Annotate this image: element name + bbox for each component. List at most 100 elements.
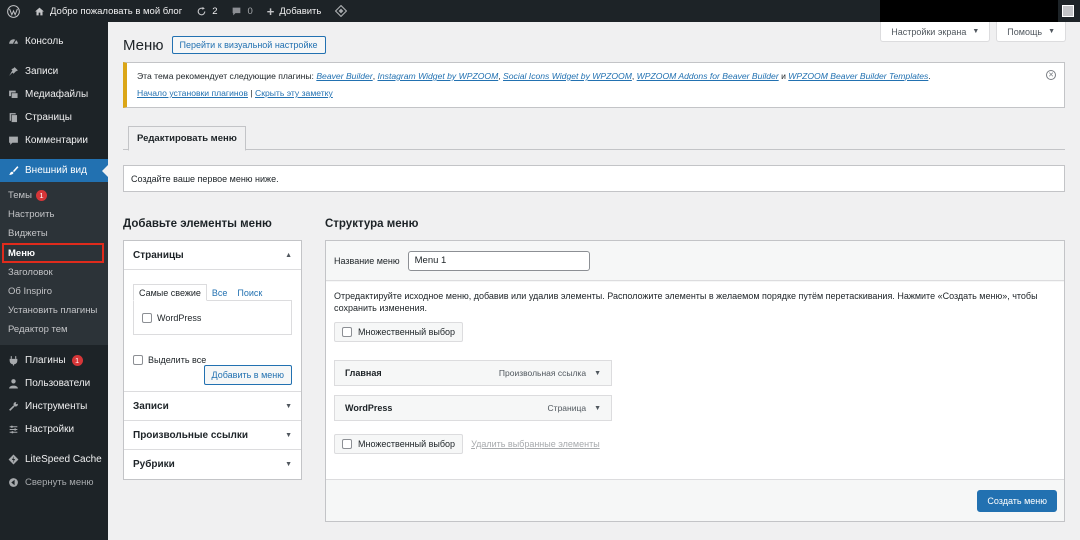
sidebar-item-comments[interactable]: Комментарии xyxy=(0,129,108,152)
notice-text: Эта тема рекомендует следующие плагины: … xyxy=(137,71,931,81)
page-checkbox-wordpress[interactable] xyxy=(142,312,152,323)
plugin-icon xyxy=(8,355,19,366)
bulk-select-toggle-bottom[interactable]: Множественный выбор xyxy=(334,434,464,454)
site-title: Добро пожаловать в мой блог xyxy=(50,5,183,17)
account-area[interactable] xyxy=(880,0,1080,22)
sidebar-item-tools[interactable]: Инструменты xyxy=(0,395,108,418)
submenu-item-label: Темы xyxy=(8,190,32,201)
accordion-label: Записи xyxy=(133,400,169,412)
menu-item-title: Главная xyxy=(345,368,382,378)
sidebar-item-posts[interactable]: Записи xyxy=(0,60,108,83)
sidebar-item-dashboard[interactable]: Консоль xyxy=(0,30,108,53)
install-plugins-link[interactable]: Начало установки плагинов xyxy=(137,88,248,98)
sidebar-item-media[interactable]: Медиафайлы xyxy=(0,83,108,106)
plugin-link-beaver-builder[interactable]: Beaver Builder xyxy=(316,71,372,81)
dashboard-icon xyxy=(8,36,19,47)
collapse-menu-button[interactable]: Свернуть меню xyxy=(0,471,108,494)
pin-icon xyxy=(8,66,19,77)
accordion-label: Рубрики xyxy=(133,459,175,470)
bulk-select-toggle[interactable]: Множественный выбор xyxy=(334,322,464,342)
submenu-item-label: Настроить xyxy=(8,209,55,220)
caret-down-icon[interactable]: ▼ xyxy=(594,370,601,377)
plugin-link-wpzoom-templates[interactable]: WPZOOM Beaver Builder Templates xyxy=(788,71,928,81)
add-to-menu-button[interactable]: Добавить в меню xyxy=(203,365,292,385)
diamond-plugin-link[interactable] xyxy=(328,0,354,22)
sidebar-item-plugins[interactable]: Плагины 1 xyxy=(0,349,108,372)
sidebar-item-pages[interactable]: Страницы xyxy=(0,106,108,129)
tab-most-recent[interactable]: Самые свежие xyxy=(133,284,207,301)
page-title: Меню xyxy=(123,36,164,54)
create-menu-button[interactable]: Создать меню xyxy=(977,490,1057,512)
submenu-item-themes[interactable]: Темы 1 xyxy=(0,186,108,205)
hide-notice-link[interactable]: Скрыть эту заметку xyxy=(255,88,333,98)
updates-link[interactable]: 2 xyxy=(189,0,224,22)
tab-edit-menu[interactable]: Редактировать меню xyxy=(128,126,246,151)
accordion-pages-header[interactable]: Страницы ▲ xyxy=(124,241,301,270)
comment-icon xyxy=(233,7,241,15)
caret-down-icon: ▼ xyxy=(285,431,292,439)
plugin-link-social-icons[interactable]: Social Icons Widget by WPZOOM xyxy=(503,71,632,81)
select-all-checkbox[interactable] xyxy=(133,355,143,365)
submenu-item-about-inspiro[interactable]: Об Inspiro xyxy=(0,282,108,301)
menu-name-row: Название меню Menu 1 xyxy=(326,241,1064,281)
submenu-item-customize[interactable]: Настроить xyxy=(0,205,108,224)
select-all-label: Выделить все xyxy=(148,355,207,365)
collapse-icon xyxy=(8,477,19,488)
submenu-item-theme-editor[interactable]: Редактор тем xyxy=(0,320,108,339)
accordion-label: Страницы xyxy=(133,249,184,261)
media-icon xyxy=(8,89,19,100)
sidebar-item-litespeed-cache[interactable]: LiteSpeed Cache xyxy=(0,448,108,471)
sidebar-item-users[interactable]: Пользователи xyxy=(0,372,108,395)
select-all-control[interactable]: Выделить все xyxy=(133,355,206,365)
menu-item-row[interactable]: Главная Произвольная ссылка ▼ xyxy=(334,360,612,386)
plugins-update-badge: 1 xyxy=(71,355,83,366)
menu-structure-title: Структура меню xyxy=(325,218,419,230)
tab-search[interactable]: Поиск xyxy=(232,284,267,301)
sidebar-item-label: Настройки xyxy=(25,424,75,435)
submenu-item-header[interactable]: Заголовок xyxy=(0,263,108,282)
plugin-link-wpzoom-addons[interactable]: WPZOOM Addons for Beaver Builder xyxy=(637,71,779,81)
customizer-button[interactable]: Перейти к визуальной настройке xyxy=(171,36,326,54)
submenu-item-menus[interactable]: Меню xyxy=(2,243,104,263)
page-item-label: WordPress xyxy=(157,312,202,323)
plugin-link-instagram-widget[interactable]: Instagram Widget by WPZOOM xyxy=(377,71,498,81)
menu-name-input[interactable]: Menu 1 xyxy=(407,250,590,271)
comment-icon xyxy=(8,135,19,146)
dismiss-notice-icon[interactable]: ✕ xyxy=(1046,70,1056,80)
notice-actions: Начало установки плагинов | Скрыть эту з… xyxy=(137,88,333,98)
avatar[interactable] xyxy=(1062,5,1074,17)
new-content-link[interactable]: + Добавить xyxy=(260,0,329,22)
pages-panel: Самые свежие Все Поиск WordPress Выделит… xyxy=(124,270,301,392)
accordion-posts-header[interactable]: Записи ▼ xyxy=(124,392,301,421)
accordion-custom-links-header[interactable]: Произвольные ссылки ▼ xyxy=(124,421,301,450)
title-row: Меню Перейти к визуальной настройке xyxy=(123,36,326,54)
submenu-item-widgets[interactable]: Виджеты xyxy=(0,224,108,243)
nav-tab-wrapper: Редактировать меню xyxy=(123,126,1065,151)
bulk-select-checkbox[interactable] xyxy=(342,439,352,449)
site-name-link[interactable]: Добро пожаловать в мой блог xyxy=(27,0,189,22)
wordpress-logo-button[interactable] xyxy=(0,0,27,22)
comments-link[interactable]: 0 xyxy=(224,0,259,22)
menu-item-row[interactable]: WordPress Страница ▼ xyxy=(334,395,612,421)
accordion-label: Произвольные ссылки xyxy=(133,429,248,441)
sidebar-item-label: Плагины xyxy=(25,355,66,366)
submenu-item-label: Меню xyxy=(8,247,36,259)
caret-down-icon: ▼ xyxy=(1048,28,1055,35)
caret-down-icon[interactable]: ▼ xyxy=(594,405,601,412)
remove-selected-link[interactable]: Удалить выбранные элементы xyxy=(471,439,600,449)
sidebar-item-label: Свернуть меню xyxy=(25,477,94,488)
sidebar-item-settings[interactable]: Настройки xyxy=(0,418,108,441)
help-button[interactable]: Помощь ▼ xyxy=(996,22,1066,42)
comments-count: 0 xyxy=(247,5,253,17)
accordion-categories-header[interactable]: Рубрики ▼ xyxy=(124,450,301,479)
litespeed-icon xyxy=(8,454,19,465)
screen-options-button[interactable]: Настройки экрана ▼ xyxy=(880,22,991,42)
submenu-item-install-plugins[interactable]: Установить плагины xyxy=(0,301,108,320)
bulk-select-checkbox[interactable] xyxy=(342,327,352,337)
add-menu-items-accordion: Страницы ▲ Самые свежие Все Поиск WordPr… xyxy=(123,240,302,480)
sidebar-item-label: Инструменты xyxy=(25,401,88,412)
sidebar-item-appearance[interactable]: Внешний вид xyxy=(0,159,108,182)
sidebar-item-label: Пользователи xyxy=(25,378,91,389)
menu-instructions: Отредактируйте исходное меню, добавив ил… xyxy=(334,291,1038,313)
tab-view-all[interactable]: Все xyxy=(207,284,233,301)
